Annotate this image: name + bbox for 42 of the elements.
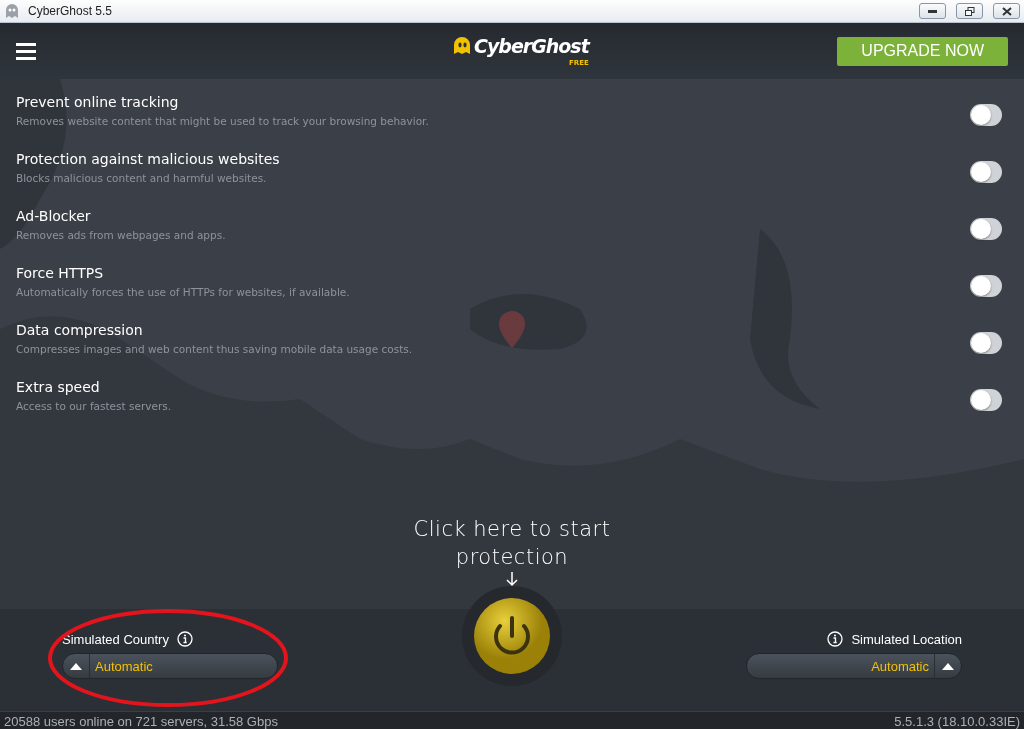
minimize-button[interactable] xyxy=(919,3,946,19)
close-button[interactable] xyxy=(993,3,1020,19)
setting-description: Removes website content that might be used to track your browsing behavior. xyxy=(16,115,430,127)
info-icon[interactable] xyxy=(827,631,844,647)
country-dropdown[interactable]: Automatic xyxy=(62,653,278,679)
toggle-switch[interactable] xyxy=(970,389,1002,411)
menu-button[interactable] xyxy=(16,42,36,60)
setting-description: Compresses images and web content thus saving mobile data usage costs. xyxy=(16,343,414,355)
info-icon[interactable] xyxy=(176,631,193,647)
logo-text: CyberGhost xyxy=(474,35,589,57)
setting-description: Blocks malicious content and harmful websites. xyxy=(16,172,268,184)
toggle-switch[interactable] xyxy=(970,104,1002,126)
setting-title: Protection against malicious websites xyxy=(16,151,281,167)
version-text: 5.5.1.3 (18.10.0.33IE) xyxy=(894,714,1020,729)
toggle-switch[interactable] xyxy=(970,218,1002,240)
triangle-up-icon xyxy=(70,662,82,670)
setting-title: Ad-Blocker xyxy=(16,208,92,224)
toggle-switch[interactable] xyxy=(970,332,1002,354)
toggle-switch[interactable] xyxy=(970,161,1002,183)
hint-text: Click here to start xyxy=(413,516,611,543)
window-title: CyberGhost 5.5 xyxy=(28,4,113,18)
country-label: Simulated Country xyxy=(62,631,169,647)
setting-title: Extra speed xyxy=(16,379,101,395)
toggle-switch[interactable] xyxy=(970,275,1002,297)
setting-description: Access to our fastest servers. xyxy=(16,400,173,412)
location-dropdown[interactable]: Automatic xyxy=(746,653,962,679)
setting-title: Prevent online tracking xyxy=(16,94,180,110)
setting-description: Removes ads from webpages and apps. xyxy=(16,229,227,241)
close-icon xyxy=(1001,6,1012,16)
setting-title: Data compression xyxy=(16,322,144,338)
restore-icon xyxy=(964,6,975,16)
server-stats: 20588 users online on 721 servers, 31.58 Gbps xyxy=(4,714,278,729)
restore-button[interactable] xyxy=(956,3,983,19)
hint-text: protection xyxy=(455,544,569,571)
ghost-app-icon xyxy=(4,3,20,19)
ghost-logo-icon xyxy=(453,36,471,56)
triangle-up-icon xyxy=(942,662,954,670)
setting-title: Force HTTPS xyxy=(16,265,105,281)
down-arrow-icon xyxy=(506,571,518,587)
minimize-icon xyxy=(928,9,937,13)
setting-description: Automatically forces the use of HTTPs for websites, if available. xyxy=(16,286,351,298)
location-label: Simulated Location xyxy=(851,631,962,647)
